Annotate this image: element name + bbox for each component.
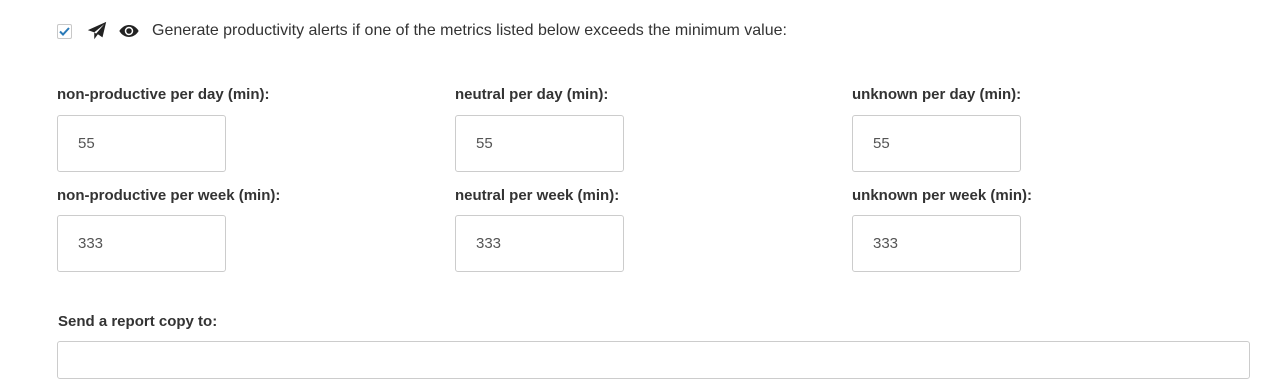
- unknown-week-input[interactable]: [852, 215, 1021, 272]
- unknown-day-input[interactable]: [852, 115, 1021, 172]
- neutral-week-field: neutral per week (min):: [455, 187, 619, 205]
- nonproductive-day-label: non-productive per day (min):: [57, 86, 270, 103]
- checkmark-icon: [59, 26, 70, 36]
- report-copy-input[interactable]: [57, 341, 1250, 379]
- unknown-week-label: unknown per week (min):: [852, 187, 1033, 204]
- neutral-week-input[interactable]: [455, 215, 624, 272]
- nonproductive-week-input[interactable]: [57, 215, 226, 272]
- paper-plane-icon[interactable]: [86, 20, 108, 42]
- nonproductive-week-field: non-productive per week (min):: [57, 187, 280, 205]
- alert-settings-row: Generate productivity alerts if one of t…: [57, 18, 787, 44]
- neutral-day-field: neutral per day (min):: [455, 86, 608, 104]
- eye-icon[interactable]: [118, 20, 140, 42]
- nonproductive-week-label: non-productive per week (min):: [57, 187, 281, 204]
- neutral-week-label: neutral per week (min):: [455, 187, 620, 204]
- neutral-day-input[interactable]: [455, 115, 624, 172]
- nonproductive-day-input[interactable]: [57, 115, 226, 172]
- report-copy-label: Send a report copy to:: [58, 313, 218, 330]
- alerts-enabled-checkbox[interactable]: [57, 23, 72, 39]
- neutral-day-label: neutral per day (min):: [455, 86, 609, 103]
- nonproductive-day-field: non-productive per day (min):: [57, 86, 270, 104]
- alerts-description: Generate productivity alerts if one of t…: [152, 22, 787, 39]
- unknown-day-field: unknown per day (min):: [852, 86, 1021, 104]
- unknown-week-field: unknown per week (min):: [852, 187, 1032, 205]
- unknown-day-label: unknown per day (min):: [852, 86, 1022, 103]
